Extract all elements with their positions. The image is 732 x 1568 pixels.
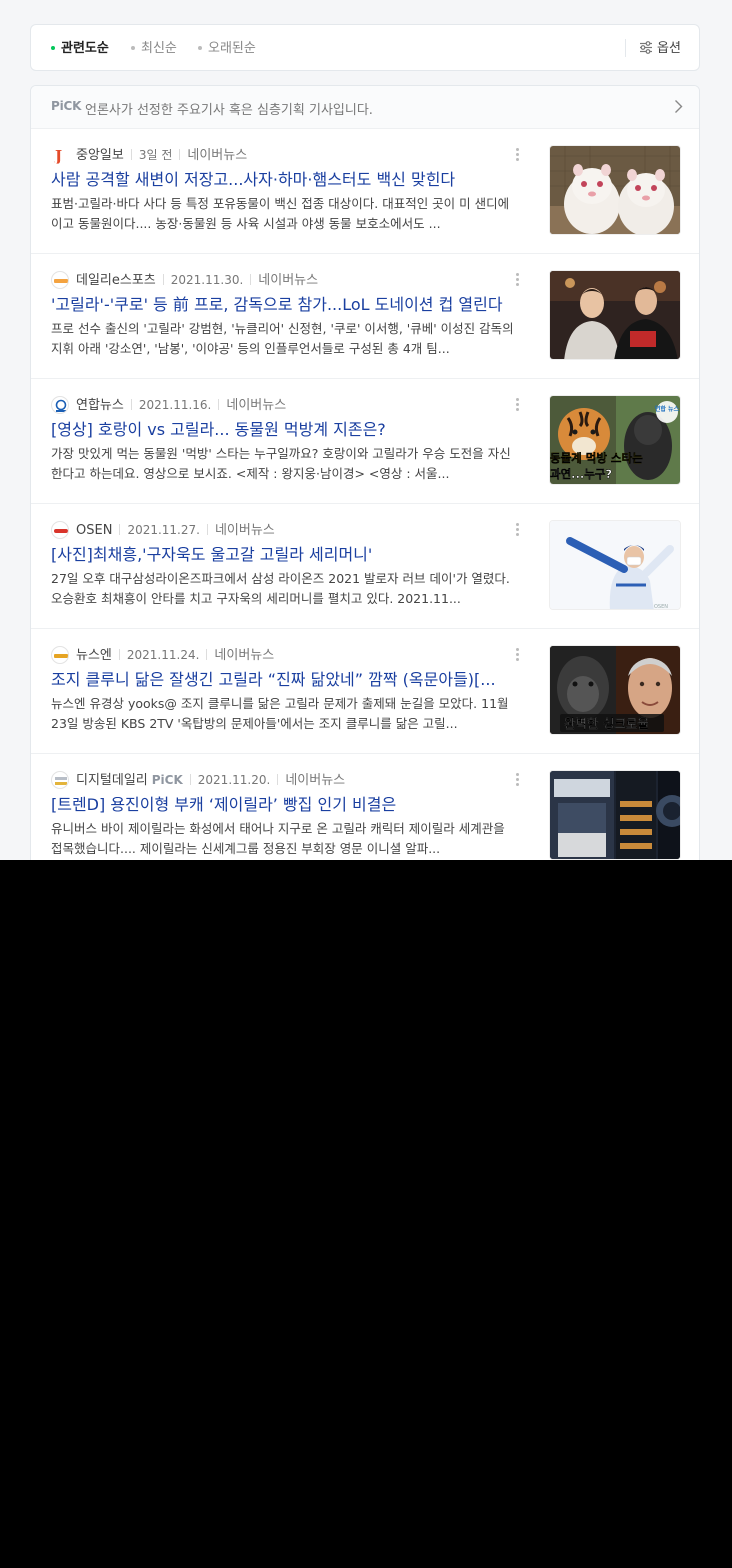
press-name[interactable]: OSEN [76, 523, 112, 538]
pick-badge: PiCK [51, 99, 82, 113]
sort-oldest-label: 오래된순 [208, 41, 256, 56]
separator [130, 149, 132, 160]
sort-relevance-tab[interactable]: 관련도순 [51, 25, 109, 72]
news-meta: 데일리e스포츠 2021.11.30. 네이버뉴스 [76, 271, 318, 289]
press-name[interactable]: 뉴스엔 [76, 648, 112, 663]
news-title[interactable]: '고릴라'-'쿠로' 등 前 프로, 감독으로 참가...LoL 도네이션 컵 … [51, 294, 521, 316]
svg-text:J: J [53, 147, 62, 164]
press-name[interactable]: 데일리e스포츠 [76, 273, 156, 288]
pick-banner[interactable]: PiCK 언론사가 선정한 주요기사 혹은 심층기획 기사입니다. [31, 86, 699, 129]
news-item: 데일리e스포츠 2021.11.30. 네이버뉴스 '고릴라'-'쿠로' 등 前 프… [31, 253, 699, 379]
sort-relevance-label: 관련도순 [61, 41, 109, 56]
separator [118, 649, 120, 660]
sort-bar: 관련도순 최신순 오래된순 옵션 [30, 24, 700, 71]
news-title[interactable]: [사진]최채흥,'구자욱도 울고갈 고릴라 세리머니' [51, 544, 521, 566]
news-meta: 중앙일보 3일 전 네이버뉴스 [76, 146, 247, 164]
separator [206, 524, 208, 535]
news-meta: 연합뉴스 2021.11.16. 네이버뉴스 [76, 396, 286, 414]
separator [162, 274, 164, 285]
sort-latest-label: 최신순 [141, 41, 177, 56]
news-item: J 중앙일보 3일 전 네이버뉴스 사람 공격할 새변이 저장고...사자·하마·햄… [31, 128, 699, 254]
active-dot-icon [51, 45, 55, 50]
more-options-icon[interactable] [513, 146, 521, 164]
news-meta: OSEN 2021.11.27. 네이버뉴스 [76, 521, 275, 539]
news-date: 2021.11.27. [127, 523, 200, 537]
sliders-icon [640, 41, 652, 54]
svg-text:OSEN: OSEN [654, 604, 668, 610]
news-description[interactable]: 가장 맛있게 먹는 동물원 '먹방' 스타는 누구일까요? 호랑이와 고릴라가 … [51, 444, 519, 484]
news-thumbnail-gorilla-man[interactable]: 완벽한 싱크로율 [549, 645, 681, 735]
news-item: OSEN 2021.11.27. 네이버뉴스 [사진]최채흥,'구자욱도 울고갈 고… [31, 503, 699, 629]
news-description[interactable]: 뉴스엔 유경상 yooks@ 조지 클루니를 닮은 고릴라 문제가 출제돼 눈길… [51, 694, 519, 734]
news-title[interactable]: 사람 공격할 새변이 저장고...사자·하마·햄스터도 백신 맞힌다 [51, 169, 521, 191]
separator [250, 274, 252, 285]
more-options-icon[interactable] [513, 271, 521, 289]
thumbnail-caption: 완벽한 싱크로율 [564, 716, 649, 731]
news-title[interactable]: 조지 클루니 닮은 잘생긴 고릴라 “진짜 닮았네” 깜짝 (옥문아들)[... [51, 669, 521, 691]
options-button[interactable]: 옵션 [639, 25, 681, 72]
naver-news-link[interactable]: 네이버뉴스 [285, 773, 345, 788]
thumbnail-caption-line1: 동물계 먹방 스타는 [550, 451, 643, 465]
press-logo-osen[interactable] [51, 521, 69, 539]
news-date: 2021.11.30. [170, 273, 244, 287]
separator [277, 774, 279, 785]
news-thumbnail-tiger-gorilla[interactable]: 연합 뉴스 동물계 먹방 스타는 과연...누구? [549, 395, 681, 485]
press-name[interactable]: 중앙일보 [76, 148, 124, 163]
naver-news-link[interactable]: 네이버뉴스 [258, 273, 318, 288]
news-item: 연합뉴스 2021.11.16. 네이버뉴스 [영상] 호랑이 vs 고릴라... … [31, 378, 699, 504]
more-options-icon[interactable] [513, 396, 521, 414]
naver-news-link[interactable]: 네이버뉴스 [226, 398, 286, 413]
news-thumbnail-baseball[interactable]: OSEN [549, 520, 681, 610]
press-logo-dailyesports[interactable] [51, 271, 69, 289]
news-title[interactable]: [영상] 호랑이 vs 고릴라... 동물원 먹방계 지존은? [51, 419, 521, 441]
pick-description: 언론사가 선정한 주요기사 혹은 심층기획 기사입니다. [85, 103, 373, 118]
news-item: 디지털데일리 PiCK 2021.11.20. 네이버뉴스 [트렌D] 용진이형 부캐… [31, 753, 699, 860]
news-description[interactable]: 표범·고릴라·바다 사다 등 특정 포유동물이 백신 접종 대상이다. 대표적인… [51, 194, 519, 234]
naver-news-link[interactable]: 네이버뉴스 [214, 648, 274, 663]
separator [206, 649, 208, 660]
separator [130, 399, 132, 410]
press-name[interactable]: 디지털데일리 [76, 773, 148, 788]
separator [119, 524, 121, 535]
news-title[interactable]: [트렌D] 용진이형 부캐 ‘제이릴라’ 빵집 인기 비결은 [51, 794, 521, 816]
news-meta: 뉴스엔 2021.11.24. 네이버뉴스 [76, 646, 274, 664]
thumbnail-caption-line2: 과연...누구? [550, 467, 612, 481]
separator [218, 399, 220, 410]
more-options-icon[interactable] [513, 646, 521, 664]
news-thumbnail-ferrets[interactable] [549, 145, 681, 235]
news-date: 2021.11.16. [138, 398, 212, 412]
sort-oldest-tab[interactable]: 오래된순 [198, 25, 256, 72]
news-meta: 디지털데일리 PiCK 2021.11.20. 네이버뉴스 [76, 771, 345, 789]
options-label: 옵션 [657, 41, 681, 56]
news-list: PiCK 언론사가 선정한 주요기사 혹은 심층기획 기사입니다. J 중앙일보… [30, 85, 700, 860]
sort-latest-tab[interactable]: 최신순 [131, 25, 177, 72]
thumbnail-badge: 연합 뉴스 [655, 405, 680, 413]
news-item: 뉴스엔 2021.11.24. 네이버뉴스 조지 클루니 닮은 잘생긴 고릴라 “진… [31, 628, 699, 754]
news-description[interactable]: 유니버스 바이 제이릴라는 화성에서 태어나 지구로 온 고릴라 캐릭터 제이릴… [51, 819, 519, 859]
press-logo-joongang[interactable]: J [51, 146, 69, 164]
naver-news-link[interactable]: 네이버뉴스 [215, 523, 275, 538]
press-name[interactable]: 연합뉴스 [76, 398, 124, 413]
news-description[interactable]: 27일 오후 대구삼성라이온즈파크에서 삼성 라이온즈 2021 발로자 러브 … [51, 569, 519, 609]
more-options-icon[interactable] [513, 521, 521, 539]
news-date: 3일 전 [138, 148, 173, 162]
news-date: 2021.11.24. [126, 648, 200, 662]
press-logo-ddaily[interactable] [51, 771, 69, 789]
naver-news-link[interactable]: 네이버뉴스 [187, 148, 247, 163]
search-results-page: 관련도순 최신순 오래된순 옵션 PiCK 언론사가 선정한 주요기사 혹은 심… [0, 0, 732, 860]
divider [625, 39, 626, 57]
dot-icon [131, 45, 135, 50]
more-options-icon[interactable] [513, 771, 521, 789]
dot-icon [198, 45, 202, 50]
news-description[interactable]: 프로 선수 출신의 '고릴라' 강범현, '뉴클리어' 신정현, '쿠로' 이서… [51, 319, 519, 359]
news-thumbnail-portrait[interactable] [549, 270, 681, 360]
news-date: 2021.11.20. [197, 773, 271, 787]
news-thumbnail-bakery[interactable] [549, 770, 681, 860]
separator [179, 149, 181, 160]
press-logo-newsen[interactable] [51, 646, 69, 664]
pick-badge-inline: PiCK [151, 773, 183, 787]
separator [189, 774, 191, 785]
chevron-right-icon [675, 100, 683, 113]
press-logo-yonhap[interactable] [51, 396, 69, 414]
